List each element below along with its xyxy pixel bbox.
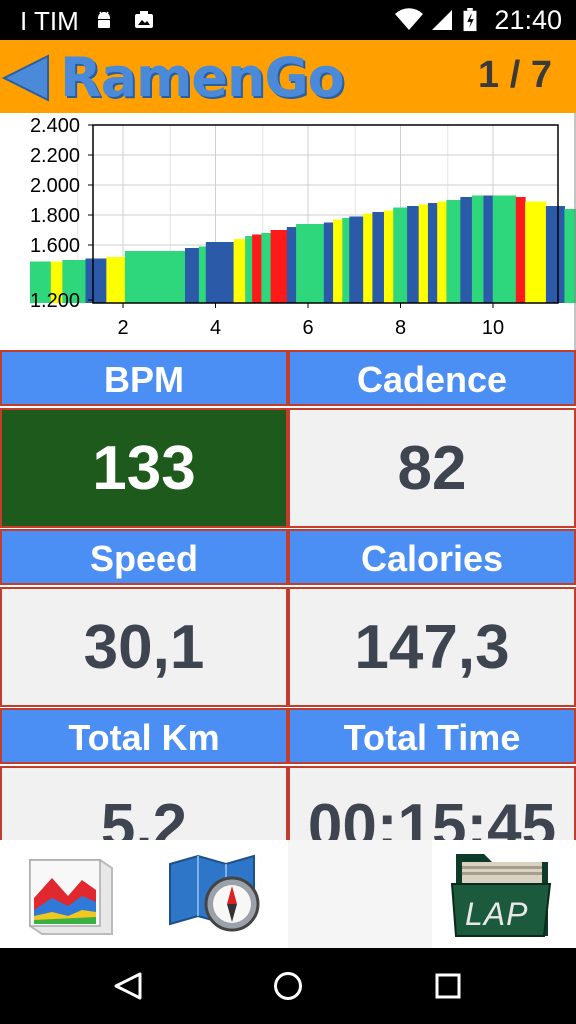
chart-bar bbox=[383, 210, 394, 303]
chart-bar bbox=[270, 230, 288, 303]
chart-bar bbox=[233, 239, 246, 303]
app-bar: RamenGo 1 / 7 bbox=[0, 40, 576, 113]
elevation-chart-svg: 2.400 2.200 2.000 1.800 1.600 1.200 2 4 6 8 10 bbox=[30, 113, 576, 350]
chart-bar bbox=[205, 242, 235, 303]
chart-bar bbox=[323, 222, 334, 303]
bottom-toolbar: LAP bbox=[0, 840, 576, 948]
speed-value: 30,1 bbox=[0, 587, 288, 707]
metrics-grid: BPM Cadence 133 82 Speed Calories 30,1 1… bbox=[0, 350, 576, 840]
elevation-chart: 2.400 2.200 2.000 1.800 1.600 1.200 2 4 6 8 10 bbox=[0, 113, 576, 350]
nav-back-icon[interactable] bbox=[112, 970, 144, 1002]
chart-bar bbox=[418, 204, 429, 303]
chart-x-tick-label: 10 bbox=[482, 317, 504, 339]
map-button[interactable] bbox=[144, 840, 288, 948]
chart-y-tick-label: 2.400 bbox=[30, 115, 80, 137]
chart-bar bbox=[393, 207, 408, 303]
chart-bar bbox=[363, 213, 373, 303]
chart-bar bbox=[85, 258, 107, 303]
photo-icon bbox=[135, 11, 153, 28]
total-time-header: Total Time bbox=[288, 708, 576, 764]
cadence-header: Cadence bbox=[288, 350, 576, 406]
nav-home-icon[interactable] bbox=[272, 970, 304, 1002]
chart-bar bbox=[185, 248, 200, 303]
chart-y-tick-label: 2.000 bbox=[30, 175, 80, 197]
chart-bar bbox=[349, 216, 364, 303]
chart-y-tick-label: 1.800 bbox=[30, 205, 80, 227]
chart-bar bbox=[106, 257, 126, 303]
chart-y-tick-label: 1.600 bbox=[30, 235, 80, 257]
bpm-value: 133 bbox=[0, 408, 288, 528]
empty-toolbar-slot bbox=[288, 840, 432, 948]
speed-header: Speed bbox=[0, 529, 288, 585]
bpm-header: BPM bbox=[0, 350, 288, 406]
clock: 21:40 bbox=[494, 5, 562, 35]
chart-bar bbox=[342, 218, 350, 303]
signal-icon bbox=[432, 10, 452, 30]
chart-bar bbox=[446, 200, 461, 303]
chart-bar bbox=[296, 224, 325, 303]
chart-bar bbox=[372, 212, 385, 303]
nav-bar bbox=[0, 948, 576, 1024]
total-time-value: 00:15:45 bbox=[288, 766, 576, 840]
chart-bar bbox=[564, 209, 576, 303]
page-indicator: 1 / 7 bbox=[478, 54, 552, 96]
chart-y-tick-label: 1.200 bbox=[30, 290, 80, 312]
carrier-label: I TIM bbox=[20, 6, 79, 36]
chart-bar bbox=[407, 206, 420, 303]
chart-x-tick-label: 6 bbox=[302, 317, 313, 339]
chart-bar bbox=[471, 195, 484, 303]
chart-bar bbox=[252, 234, 262, 303]
calories-value: 147,3 bbox=[288, 587, 576, 707]
map-compass-icon bbox=[169, 854, 260, 932]
chart-y-tick-label: 2.200 bbox=[30, 145, 80, 167]
chart-bar bbox=[437, 201, 447, 303]
chart-x-tick-label: 4 bbox=[210, 317, 221, 339]
total-km-value: 5,2 bbox=[0, 766, 288, 840]
chart-bar bbox=[245, 236, 253, 303]
area-chart-icon bbox=[29, 859, 113, 935]
total-km-header: Total Km bbox=[0, 708, 288, 764]
chart-bar bbox=[261, 233, 272, 303]
chart-bar bbox=[198, 246, 207, 303]
android-icon bbox=[98, 11, 110, 28]
chart-bar bbox=[286, 227, 297, 303]
chart-bar bbox=[492, 195, 517, 303]
lap-button[interactable]: LAP bbox=[432, 840, 576, 948]
chart-x-tick-label: 2 bbox=[117, 317, 128, 339]
chart-bar bbox=[333, 219, 343, 303]
lap-label: LAP bbox=[465, 896, 529, 932]
chart-bar bbox=[427, 203, 438, 303]
nav-recents-icon[interactable] bbox=[432, 970, 464, 1002]
calories-header: Calories bbox=[288, 529, 576, 585]
cadence-value: 82 bbox=[288, 408, 576, 528]
chart-bar bbox=[483, 195, 494, 303]
back-arrow-icon[interactable] bbox=[2, 54, 50, 102]
app-logo: RamenGo bbox=[60, 46, 345, 109]
chart-bar bbox=[545, 206, 565, 303]
status-bar: I TIM 21:40 bbox=[0, 0, 576, 40]
chart-x-tick-label: 8 bbox=[395, 317, 406, 339]
chart-bar bbox=[515, 197, 526, 303]
chart-bar bbox=[525, 201, 547, 303]
battery-icon bbox=[463, 8, 477, 32]
chart-bar bbox=[460, 197, 473, 303]
chart-bar bbox=[124, 251, 186, 303]
wifi-icon bbox=[395, 8, 423, 30]
charts-button[interactable] bbox=[0, 840, 144, 948]
